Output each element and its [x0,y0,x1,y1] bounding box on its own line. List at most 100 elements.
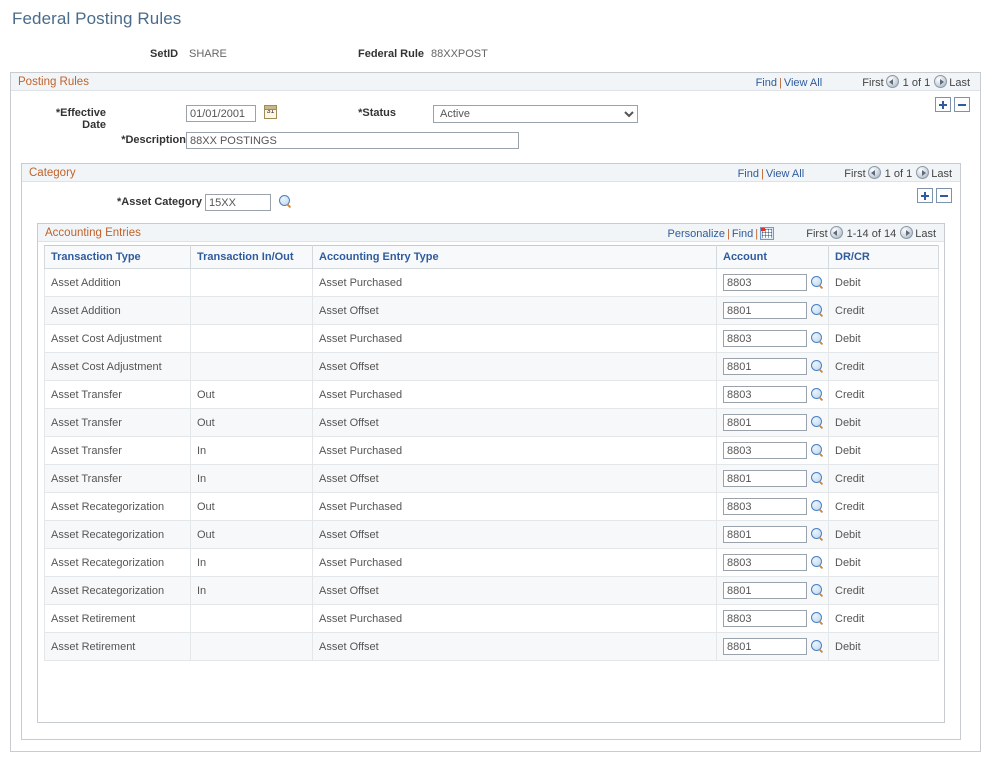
category-view-all-link[interactable]: View All [766,168,804,180]
category-last-link[interactable]: Last [931,168,952,180]
description-label: *Description [121,134,186,146]
account-input[interactable] [723,498,807,515]
accounting-entries-first-link[interactable]: First [806,228,827,240]
cell-accounting-entry-type: Asset Offset [312,352,717,381]
posting-rules-delete-row-button[interactable] [954,97,970,112]
column-header-accounting-entry-type[interactable]: Accounting Entry Type [312,245,717,269]
posting-rules-add-row-button[interactable] [935,97,951,112]
account-lookup-icon[interactable] [811,303,825,318]
cell-account [716,408,829,437]
accounting-entries-find-link[interactable]: Find [732,228,753,240]
category-delete-row-button[interactable] [936,188,952,203]
category-find-link[interactable]: Find [738,168,759,180]
accounting-entries-table: Transaction Type Transaction In/Out Acco… [44,245,939,661]
account-input[interactable] [723,554,807,571]
posting-rules-next-icon[interactable] [934,75,948,88]
account-lookup-icon[interactable] [811,639,825,654]
cell-transaction-in-out [190,324,313,353]
table-body: Asset AdditionAsset PurchasedDebitAsset … [44,268,939,661]
category-group: Category Find | View All First 1 of 1 Last *… [21,163,961,740]
category-counter: 1 of 1 [884,168,913,180]
cell-transaction-in-out: Out [190,492,313,521]
federal-rule-value: 88XXPOST [431,48,488,60]
account-lookup-icon[interactable] [811,275,825,290]
account-input[interactable] [723,610,807,627]
cell-transaction-type: Asset Transfer [44,436,191,465]
account-input[interactable] [723,386,807,403]
category-next-icon[interactable] [916,166,930,179]
account-input[interactable] [723,414,807,431]
category-header: Category Find | View All First 1 of 1 Last [22,163,960,182]
category-prev-icon[interactable] [867,166,881,179]
cell-transaction-in-out [190,604,313,633]
cell-transaction-type: Asset Cost Adjustment [44,352,191,381]
cell-account [716,604,829,633]
account-input[interactable] [723,582,807,599]
asset-category-input[interactable] [205,194,271,211]
page-title: Federal Posting Rules [12,9,182,28]
account-lookup-icon[interactable] [811,387,825,402]
accounting-entries-header: Accounting Entries Personalize | Find | Fir… [38,223,944,242]
column-header-transaction-type[interactable]: Transaction Type [44,245,191,269]
category-nav: Find | View All First 1 of 1 Last [738,166,952,180]
account-lookup-icon[interactable] [811,415,825,430]
cell-accounting-entry-type: Asset Purchased [312,324,717,353]
posting-rules-first-link[interactable]: First [862,77,883,89]
account-lookup-icon[interactable] [811,499,825,514]
table-row: Asset RecategorizationInAsset Offset Cred… [44,576,939,605]
asset-category-lookup-icon[interactable] [279,195,293,209]
cell-accounting-entry-type: Asset Purchased [312,380,717,409]
account-lookup-icon[interactable] [811,471,825,486]
description-input[interactable] [186,132,519,149]
account-lookup-icon[interactable] [811,359,825,374]
category-add-row-button[interactable] [917,188,933,203]
posting-rules-view-all-link[interactable]: View All [784,77,822,89]
account-input[interactable] [723,638,807,655]
account-input[interactable] [723,274,807,291]
account-input[interactable] [723,302,807,319]
account-input[interactable] [723,526,807,543]
spreadsheet-download-icon[interactable] [760,227,775,240]
cell-account [716,576,829,605]
status-dropdown[interactable]: Active [433,105,638,123]
account-lookup-icon[interactable] [811,331,825,346]
account-lookup-icon[interactable] [811,583,825,598]
personalize-link[interactable]: Personalize [668,228,725,240]
cell-account [716,296,829,325]
column-header-drcr[interactable]: DR/CR [828,245,939,269]
column-header-transaction-in-out[interactable]: Transaction In/Out [190,245,313,269]
calendar-icon[interactable] [264,105,277,119]
account-lookup-icon[interactable] [811,527,825,542]
cell-account [716,380,829,409]
posting-rules-row-actions [932,97,970,112]
posting-rules-last-link[interactable]: Last [949,77,970,89]
account-input[interactable] [723,442,807,459]
posting-rules-find-link[interactable]: Find [756,77,777,89]
cell-account [716,492,829,521]
account-lookup-icon[interactable] [811,611,825,626]
cell-transaction-type: Asset Transfer [44,380,191,409]
account-input[interactable] [723,358,807,375]
accounting-entries-prev-icon[interactable] [829,226,843,239]
cell-account [716,268,829,297]
accounting-entries-next-icon[interactable] [900,226,914,239]
category-first-link[interactable]: First [844,168,865,180]
posting-rules-prev-icon[interactable] [885,75,899,88]
accounting-entries-last-link[interactable]: Last [915,228,936,240]
cell-transaction-in-out: In [190,436,313,465]
account-input[interactable] [723,470,807,487]
cell-transaction-in-out [190,352,313,381]
cell-drcr: Debit [828,324,939,353]
nav-separator: | [778,77,782,89]
cell-transaction-type: Asset Retirement [44,604,191,633]
table-row: Asset Cost Adjustment Asset Purchased Debi… [44,324,939,353]
account-input[interactable] [723,330,807,347]
effective-date-input[interactable] [186,105,256,122]
column-header-account[interactable]: Account [716,245,829,269]
cell-transaction-in-out [190,268,313,297]
account-lookup-icon[interactable] [811,443,825,458]
cell-transaction-type: Asset Cost Adjustment [44,324,191,353]
account-lookup-icon[interactable] [811,555,825,570]
cell-transaction-in-out [190,296,313,325]
cell-accounting-entry-type: Asset Offset [312,576,717,605]
